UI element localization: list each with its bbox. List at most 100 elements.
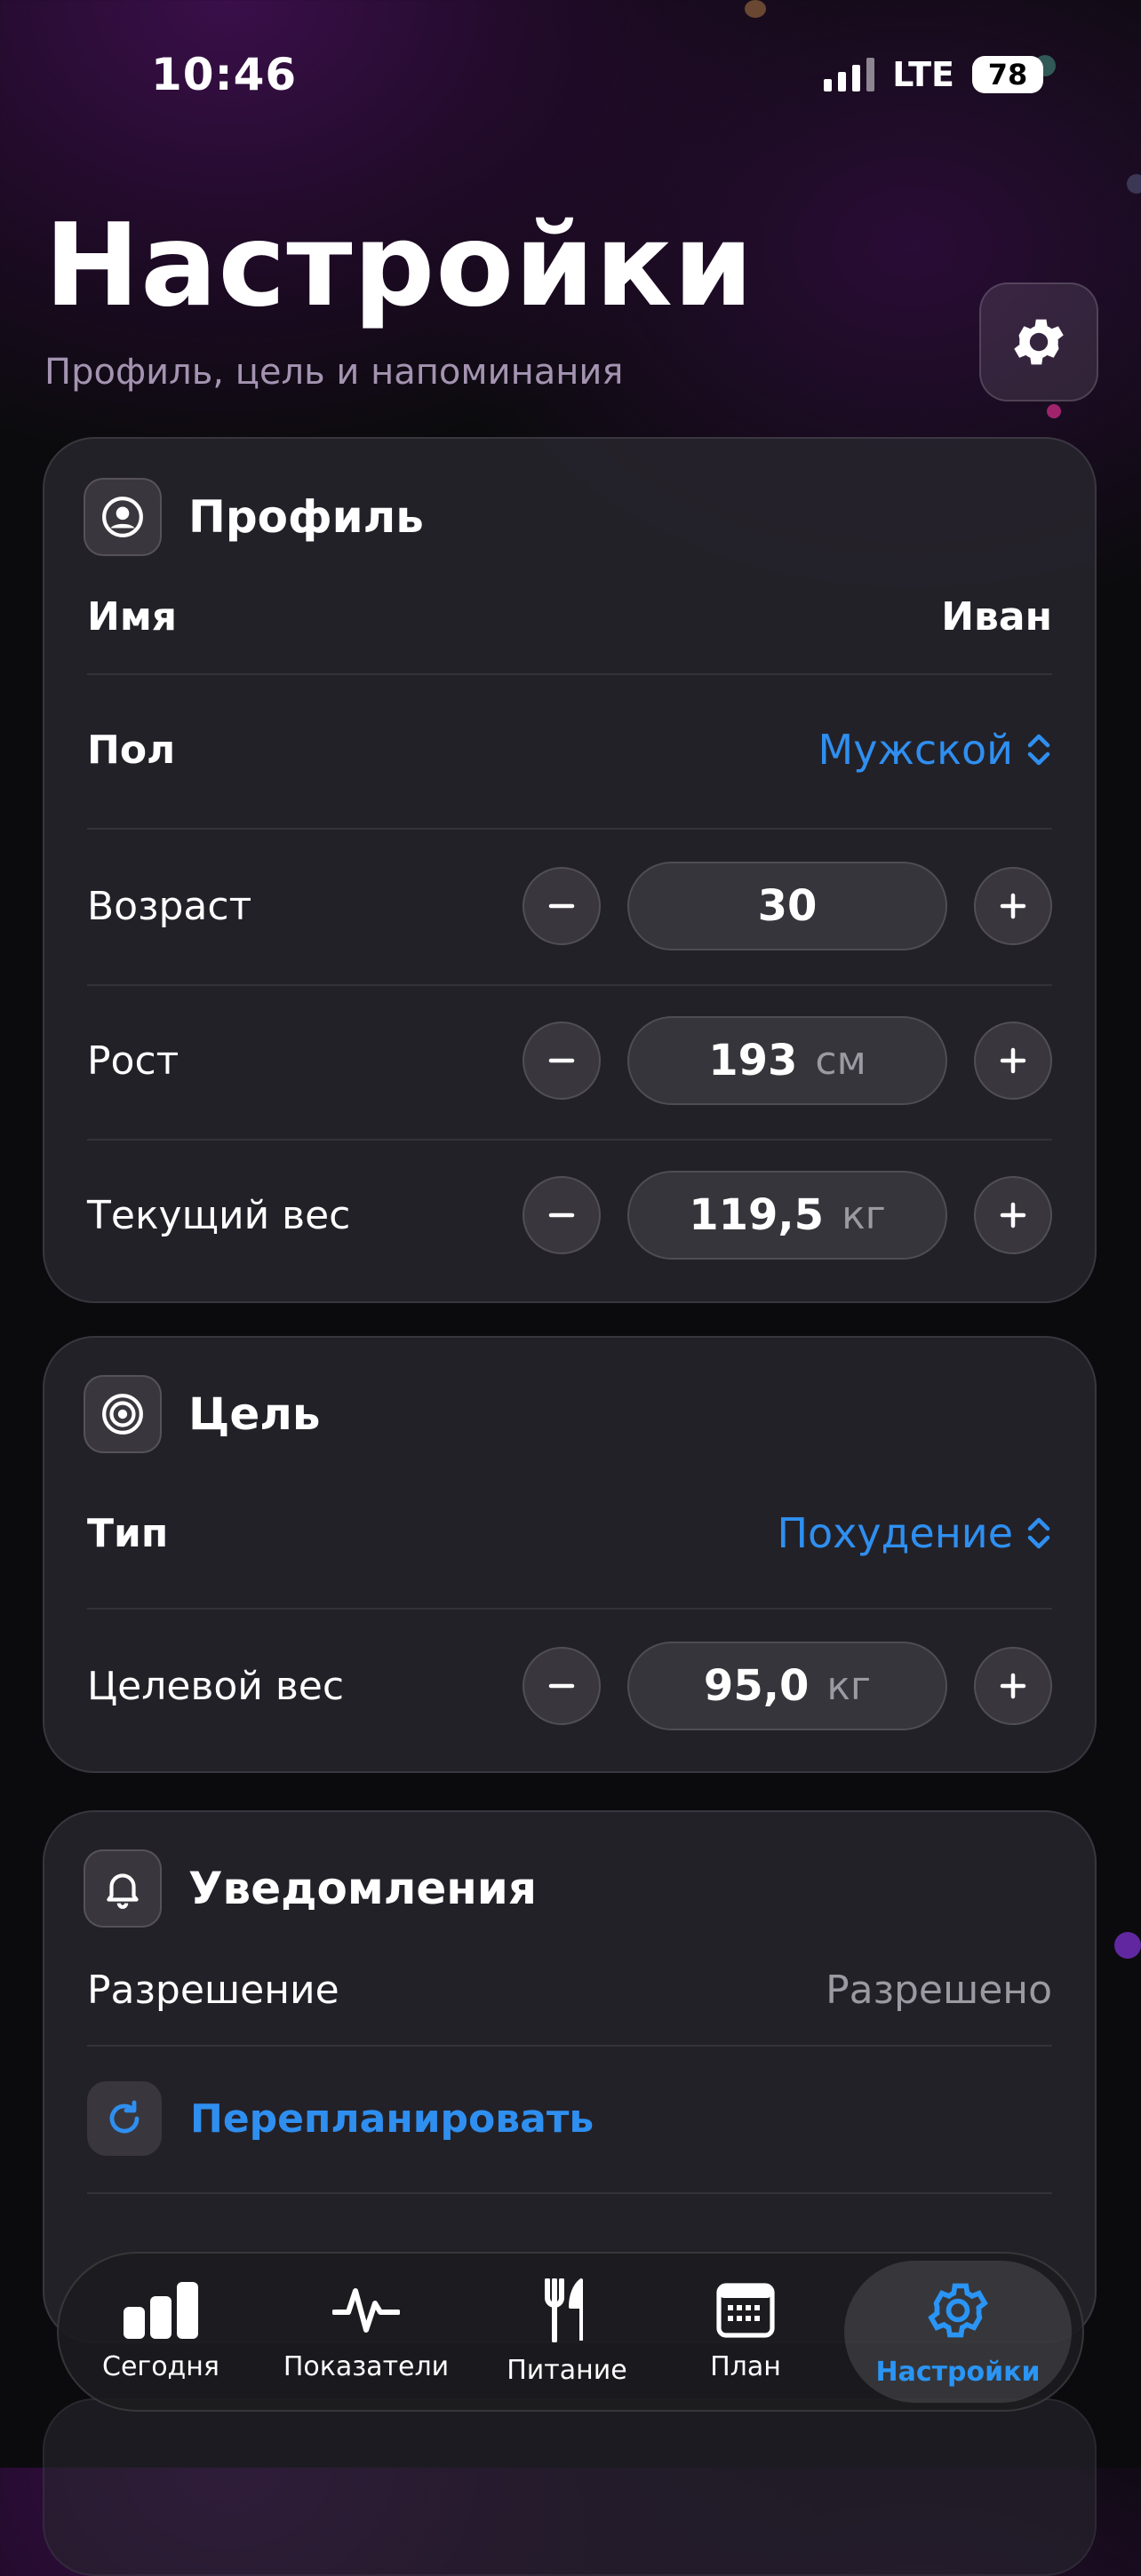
goal-card: Цель Тип Похудение Целевой вес 95,0 кг <box>43 1336 1097 1773</box>
plus-icon <box>1000 1673 1026 1699</box>
bar-chart-icon <box>124 2281 198 2339</box>
target-weight-decrement-button[interactable] <box>523 1647 601 1725</box>
calendar-icon <box>716 2282 775 2338</box>
height-value: 193 <box>708 1036 798 1085</box>
reschedule-button[interactable]: Перепланировать <box>190 2096 594 2142</box>
reschedule-row[interactable]: Перепланировать <box>87 2079 1052 2159</box>
target-icon <box>84 1375 162 1453</box>
chevron-up-down-icon <box>1027 734 1050 766</box>
decor-dot <box>745 0 766 18</box>
minus-icon <box>548 1212 575 1218</box>
permission-row: Разрешение Разрешено <box>87 1963 1052 2016</box>
permission-label: Разрешение <box>87 1967 339 2013</box>
target-weight-increment-button[interactable] <box>974 1647 1052 1725</box>
height-label: Рост <box>87 1038 180 1084</box>
scrolled-card-preview <box>43 2398 1097 2576</box>
target-weight-value-field[interactable]: 95,0 кг <box>627 1642 947 1730</box>
person-circle-icon <box>84 478 162 556</box>
height-increment-button[interactable] <box>974 1022 1052 1100</box>
divider <box>87 2192 1052 2194</box>
tab-plan[interactable]: План <box>670 2254 821 2410</box>
notifications-card-header: Уведомления <box>84 1849 537 1928</box>
tab-label: План <box>710 2350 781 2382</box>
height-row: Рост 193 см <box>87 1014 1052 1107</box>
fork-knife-icon <box>545 2278 583 2342</box>
tab-label: Сегодня <box>102 2350 219 2382</box>
pulse-icon <box>332 2287 400 2333</box>
tab-nutrition[interactable]: Питание <box>487 2254 647 2410</box>
profile-card: Профиль Имя Иван Пол Мужской Возраст 30 … <box>43 437 1097 1303</box>
tab-today[interactable]: Сегодня <box>76 2254 245 2410</box>
plus-icon <box>1000 1202 1026 1228</box>
decor-dot <box>1047 404 1061 418</box>
notifications-card-title: Уведомления <box>188 1863 537 1914</box>
divider <box>87 1139 1052 1141</box>
height-decrement-button[interactable] <box>523 1022 601 1100</box>
tab-label: Настройки <box>875 2356 1041 2388</box>
target-weight-stepper: 95,0 кг <box>523 1642 1052 1730</box>
gear-icon <box>928 2283 988 2337</box>
plus-icon <box>1000 1047 1026 1074</box>
status-bar-right: LTE 78 <box>824 55 1043 94</box>
height-value-field[interactable]: 193 см <box>627 1016 947 1105</box>
weight-unit: кг <box>842 1192 886 1238</box>
signal-icon <box>824 58 875 91</box>
plus-icon <box>1000 893 1026 919</box>
sex-row: Пол Мужской <box>87 705 1052 794</box>
name-row: Имя Иван <box>87 590 1052 643</box>
minus-icon <box>548 1683 575 1689</box>
goal-type-picker[interactable]: Похудение <box>777 1509 1052 1557</box>
age-value-field[interactable]: 30 <box>627 862 947 950</box>
target-weight-row: Целевой вес 95,0 кг <box>87 1640 1052 1732</box>
age-increment-button[interactable] <box>974 867 1052 945</box>
profile-card-title: Профиль <box>188 491 424 543</box>
decor-dot <box>1127 174 1141 194</box>
page-title: Настройки <box>44 200 754 332</box>
refresh-icon <box>87 2081 162 2156</box>
divider <box>87 1608 1052 1610</box>
settings-button[interactable] <box>979 282 1098 402</box>
weight-value-field[interactable]: 119,5 кг <box>627 1171 947 1260</box>
name-label: Имя <box>87 593 178 640</box>
divider <box>87 673 1052 675</box>
height-stepper: 193 см <box>523 1016 1052 1105</box>
divider <box>87 984 1052 986</box>
target-weight-value: 95,0 <box>703 1661 810 1711</box>
sex-picker[interactable]: Мужской <box>818 726 1052 774</box>
sex-label: Пол <box>87 727 176 773</box>
age-stepper: 30 <box>523 862 1052 950</box>
tab-settings[interactable]: Настройки <box>844 2261 1072 2403</box>
tab-label: Показатели <box>283 2350 450 2382</box>
goal-type-row: Тип Похудение <box>87 1489 1052 1578</box>
age-decrement-button[interactable] <box>523 867 601 945</box>
minus-icon <box>548 903 575 909</box>
age-row: Возраст 30 <box>87 860 1052 952</box>
age-label: Возраст <box>87 883 252 929</box>
gear-icon <box>1014 319 1064 365</box>
weight-row: Текущий вес 119,5 кг <box>87 1169 1052 1261</box>
sex-value: Мужской <box>818 726 1013 774</box>
weight-decrement-button[interactable] <box>523 1176 601 1254</box>
decor-dot <box>1114 1932 1141 1959</box>
weight-stepper: 119,5 кг <box>523 1171 1052 1260</box>
height-unit: см <box>815 1038 866 1084</box>
tab-bar: Сегодня Показатели Питание План Настройк… <box>57 2252 1084 2412</box>
page-subtitle: Профиль, цель и напоминания <box>44 352 624 393</box>
goal-card-title: Цель <box>188 1388 321 1440</box>
goal-type-value: Похудение <box>777 1509 1013 1557</box>
weight-label: Текущий вес <box>87 1192 351 1238</box>
tab-metrics[interactable]: Показатели <box>268 2254 464 2410</box>
name-value: Иван <box>941 593 1052 640</box>
goal-card-header: Цель <box>84 1375 321 1453</box>
bell-icon <box>84 1849 162 1928</box>
weight-increment-button[interactable] <box>974 1176 1052 1254</box>
weight-value: 119,5 <box>689 1190 825 1240</box>
profile-card-header: Профиль <box>84 478 424 556</box>
target-weight-unit: кг <box>826 1663 872 1709</box>
chevron-up-down-icon <box>1027 1517 1050 1549</box>
battery-icon: 78 <box>972 56 1043 93</box>
age-value: 30 <box>757 881 818 931</box>
goal-type-label: Тип <box>87 1510 169 1556</box>
tab-label: Питание <box>507 2354 627 2386</box>
target-weight-label: Целевой вес <box>87 1663 345 1709</box>
